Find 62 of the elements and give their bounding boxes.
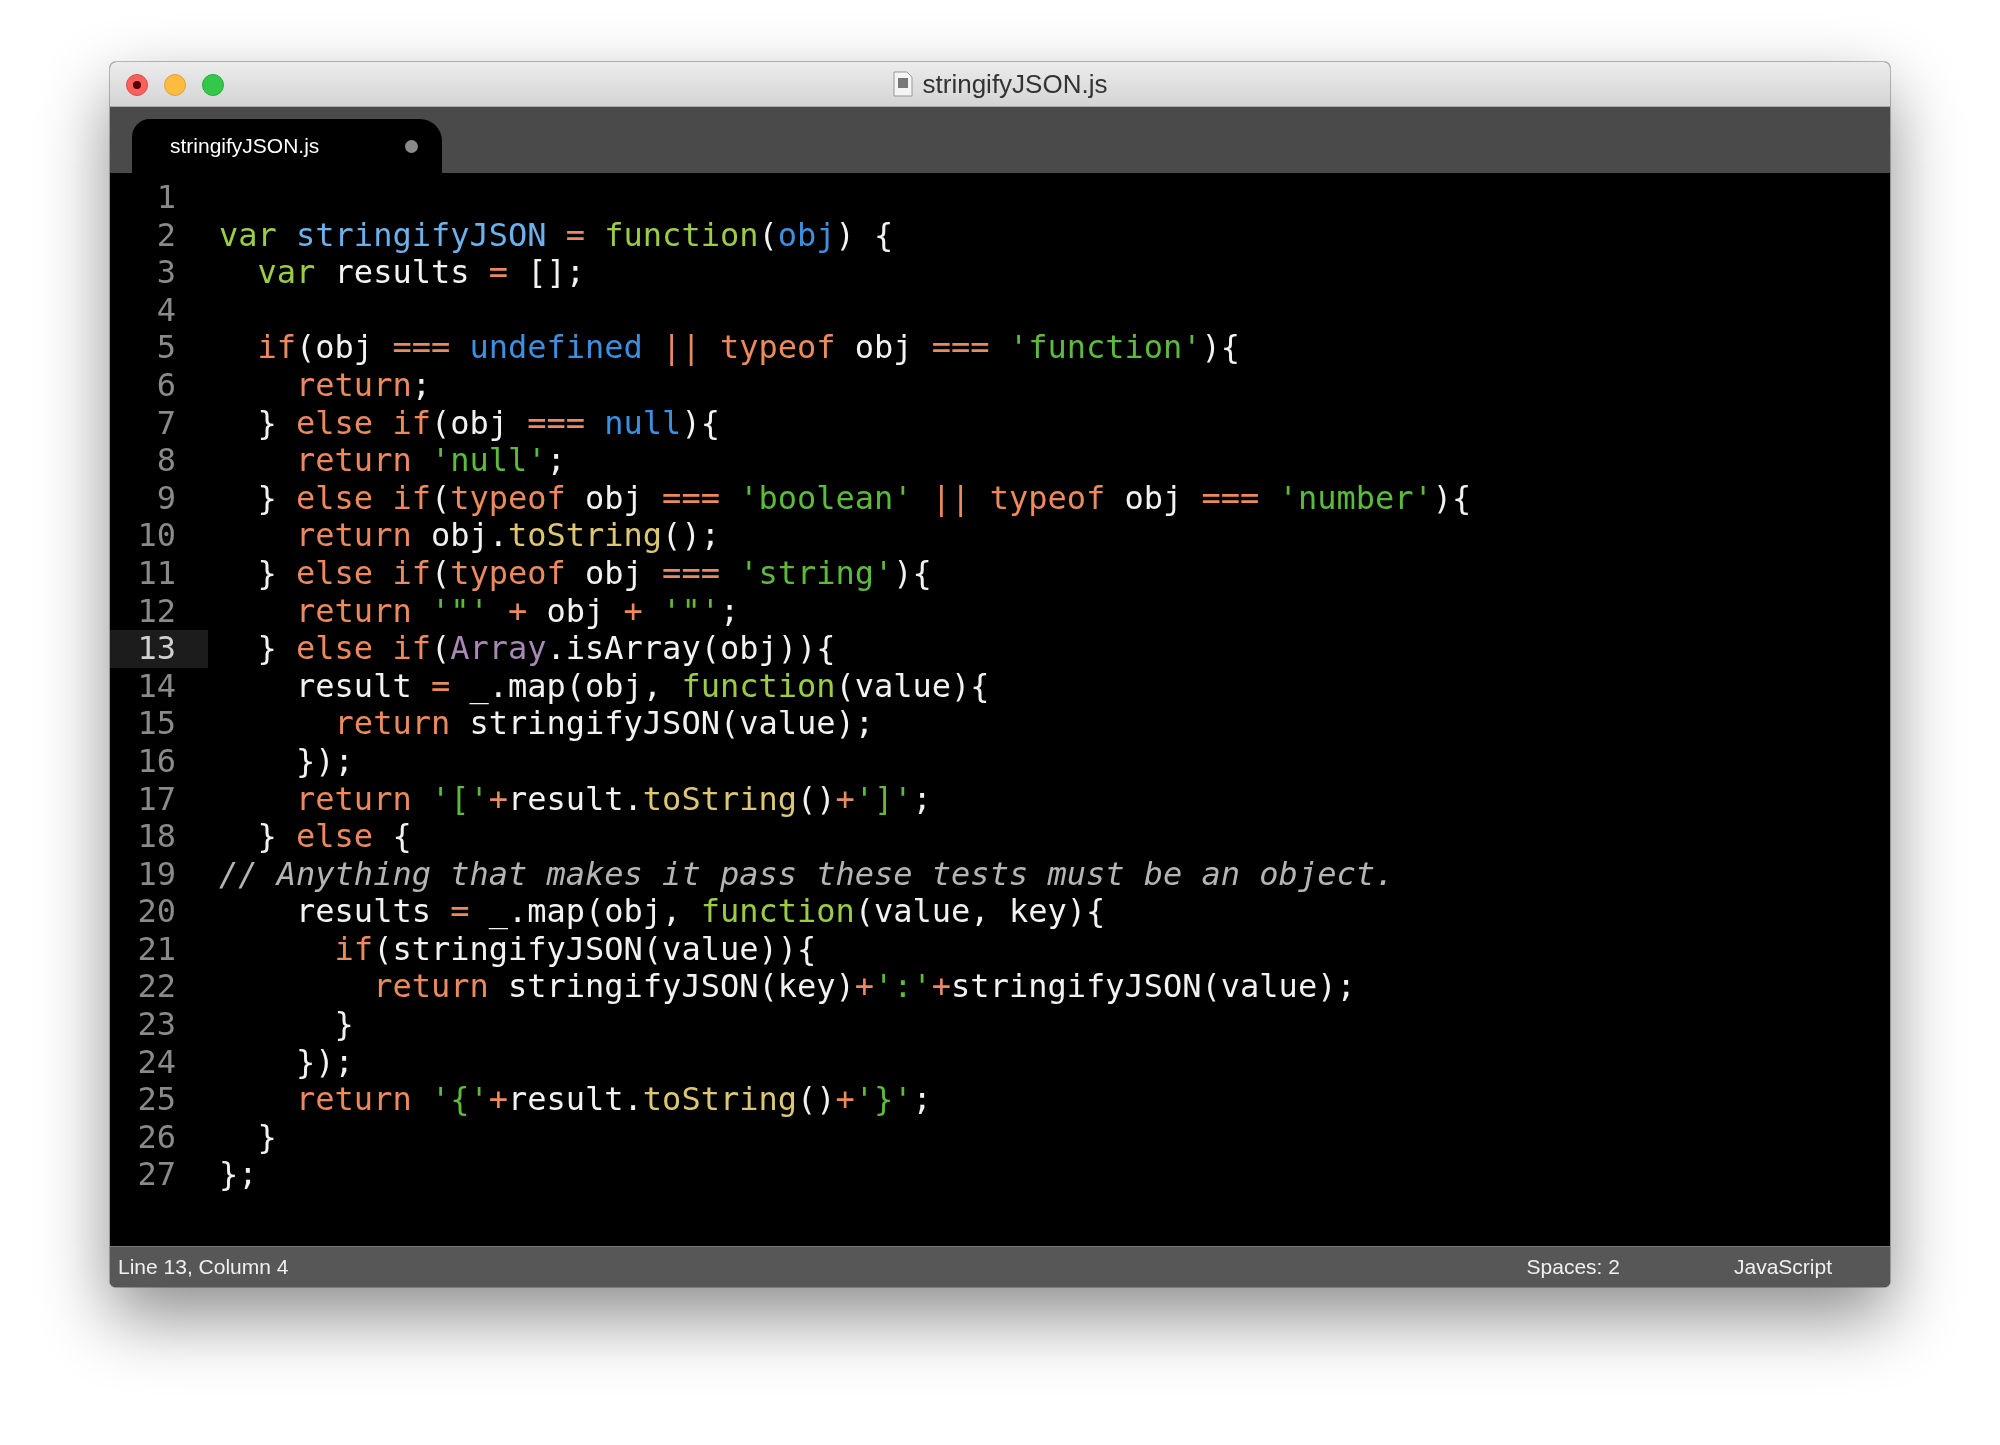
code-line: return obj.toString(); (295, 517, 720, 555)
code-line: return stringifyJSON(key)+':'+stringifyJSON(value); (372, 968, 1356, 1007)
line-number: 6 (155, 366, 177, 405)
cursor-position: Line 13, Column 4 (118, 1255, 289, 1279)
code-line: if(stringifyJSON(value)){ (333, 930, 817, 969)
code-line: // Anything that makes it pass these tests must be an object. (219, 855, 1395, 894)
code-line: } else if(typeof obj === 'boolean' || typeof obj === 'number'){ (256, 479, 1472, 518)
tab-label: stringifyJSON.js (170, 134, 320, 158)
zoom-button[interactable] (202, 74, 224, 96)
line-number: 9 (155, 479, 177, 518)
file-icon (892, 71, 913, 97)
line-number: 1 (155, 179, 177, 217)
code-line: } (333, 1006, 354, 1044)
line-number: 19 (136, 855, 177, 894)
line-number: 14 (136, 667, 177, 706)
line-number: 7 (155, 404, 177, 443)
code-line: }); (295, 742, 354, 781)
minimize-button[interactable] (164, 74, 186, 96)
code-line: var stringifyJSON = function(obj) { (219, 216, 894, 255)
code-line: return stringifyJSON(value); (333, 705, 875, 743)
line-number: 17 (136, 780, 177, 819)
line-number: 11 (136, 554, 177, 593)
indentation-setting[interactable]: Spaces: 2 (1526, 1255, 1620, 1279)
code-line: } else if(typeof obj === 'string'){ (256, 554, 932, 593)
code-line: } (256, 1118, 277, 1157)
line-number: 4 (155, 291, 177, 330)
line-number: 3 (155, 254, 177, 292)
code-line: }; (219, 1156, 258, 1195)
line-number: 21 (136, 930, 177, 969)
code-line: results = _.map(obj, function(value, key){ (295, 893, 1106, 931)
code-line: return '{'+result.toString()+'}'; (295, 1081, 932, 1119)
line-number: 18 (136, 818, 177, 856)
line-number: 2 (155, 216, 177, 255)
line-number: 12 (136, 592, 177, 631)
line-number: 26 (136, 1118, 177, 1157)
line-number: 22 (136, 968, 177, 1007)
line-number: 15 (136, 705, 177, 743)
line-number: 20 (136, 893, 177, 931)
window-title: stringifyJSON.js (922, 68, 1108, 100)
code-line: } else { (256, 818, 412, 856)
code-line: return; (295, 366, 431, 405)
line-number: 5 (155, 329, 177, 367)
code-line: } else if(Array.isArray(obj)){ (256, 630, 836, 668)
code-line: if(obj === undefined || typeof obj === 'function'){ (256, 329, 1241, 367)
line-number: 23 (136, 1006, 177, 1044)
line-number: 25 (136, 1081, 177, 1119)
line-number: 16 (136, 742, 177, 781)
code-line: return '['+result.toString()+']'; (295, 780, 932, 819)
syntax-setting[interactable]: JavaScript (1733, 1255, 1832, 1279)
line-number: 13 (110, 630, 208, 668)
line-number: 27 (136, 1156, 177, 1195)
code-line: } else if(obj === null){ (256, 404, 720, 443)
code-line: return 'null'; (295, 442, 566, 480)
line-number: 8 (155, 442, 177, 480)
code-line: return '"' + obj + '"'; (295, 592, 740, 631)
code-line: result = _.map(obj, function(value){ (295, 667, 990, 706)
line-number: 24 (136, 1043, 177, 1082)
file-tab[interactable]: stringifyJSON.js (132, 119, 442, 173)
code-line: }); (295, 1043, 354, 1082)
close-button[interactable] (126, 74, 148, 96)
line-number: 10 (136, 517, 177, 555)
code-line: var results = []; (256, 254, 586, 292)
